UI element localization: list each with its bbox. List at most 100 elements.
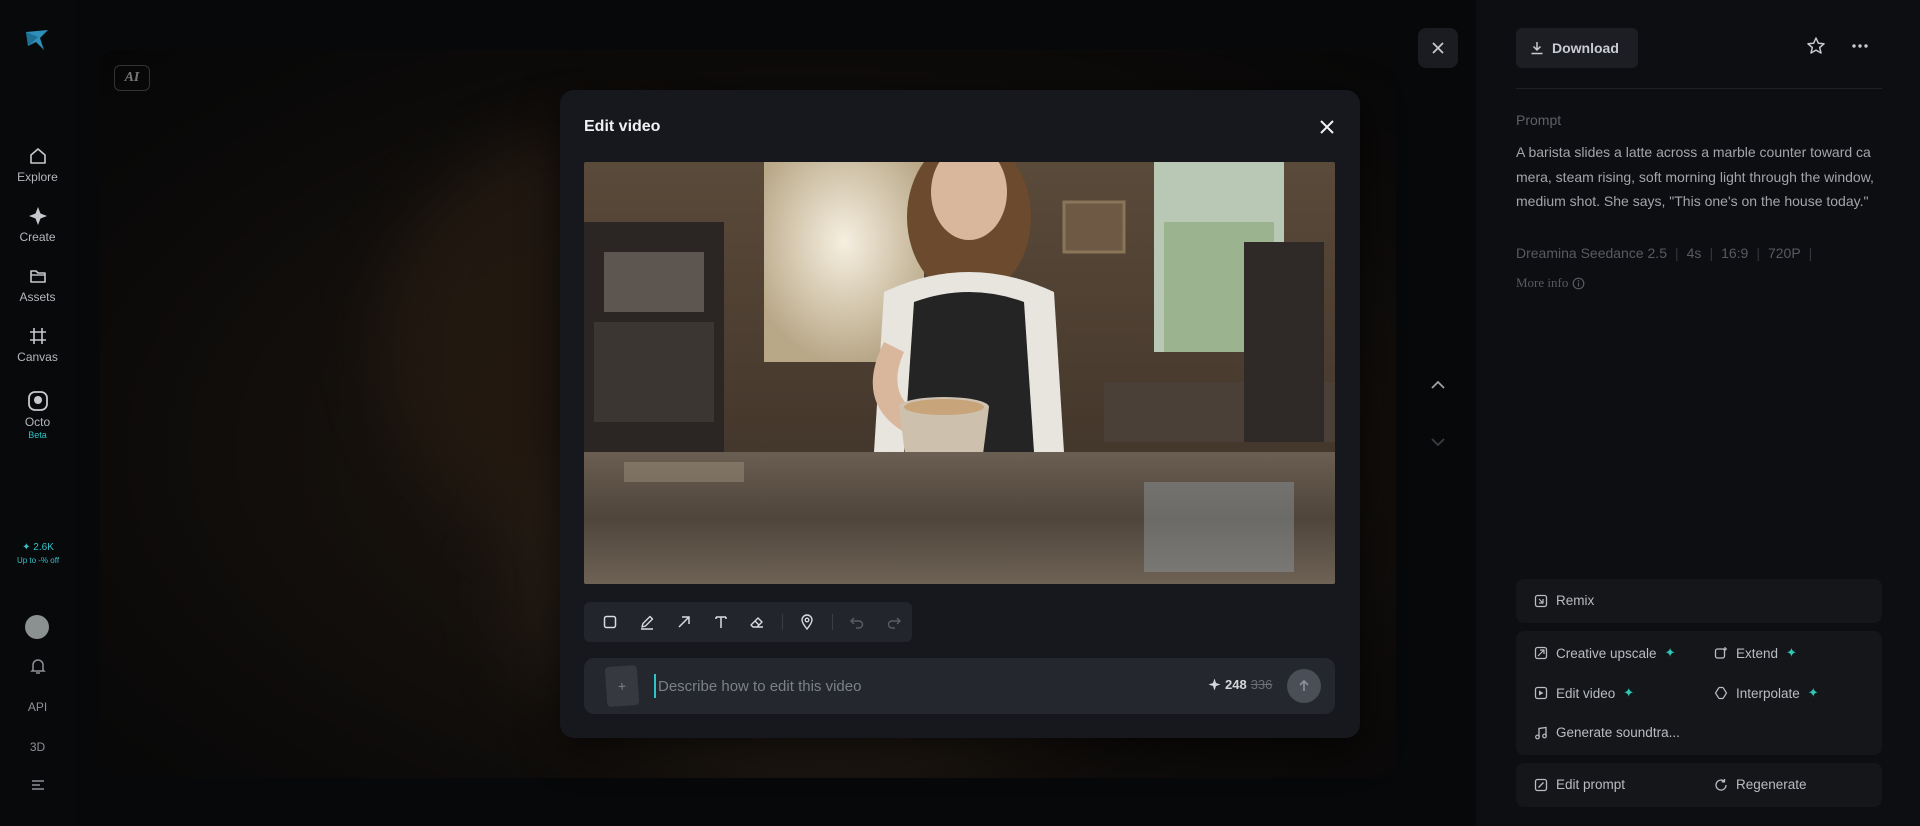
extend-label: Extend [1736,645,1779,661]
edit-video-modal: Edit video + Describe how to edit this v… [560,90,1360,738]
video-still-image [584,162,1335,584]
3d-link[interactable]: 3D [0,740,75,754]
extend-button[interactable]: Extend ✦ [1714,645,1797,661]
undo-button[interactable] [839,602,876,642]
eraser-icon [750,617,764,628]
next-arrow-icon[interactable] [1426,430,1450,454]
tools-card: Creative upscale ✦ Extend ✦ Edit video ✦… [1516,631,1882,755]
generation-meta: Dreamina Seedance 2.5 | 4s | 16:9 | 720P | [1516,245,1813,261]
star-icon[interactable] [1806,36,1826,56]
ai-badge: AI [114,65,150,91]
rectangle-icon [604,615,617,629]
remix-card: Remix [1516,579,1882,623]
credits-widget[interactable]: ✦ 2.6K Up to -% off [14,542,62,566]
location-pin-tool[interactable] [789,602,826,642]
duration: 4s [1686,245,1702,261]
sparkle-icon: ✦ [1786,645,1797,660]
creative-upscale-label: Creative upscale [1556,645,1657,661]
prompt-actions-card: Edit prompt Regenerate [1516,763,1882,807]
divider [831,614,833,630]
nav-item-explore[interactable]: Explore [0,145,75,184]
redo-icon [887,617,901,629]
location-pin-icon [801,614,813,630]
info-icon [1572,277,1585,289]
divider [781,614,783,630]
sparkle-icon [27,205,49,227]
menu-icon[interactable] [0,778,75,795]
edit-video-icon [1534,686,1548,700]
prompt-label: Prompt [1516,112,1562,128]
extend-icon [1714,647,1727,659]
canvas-icon [27,325,49,347]
redo-button[interactable] [875,602,912,642]
regenerate-label: Regenerate [1736,777,1807,792]
nav-item-label: Explore [17,170,58,184]
remix-button[interactable]: Remix [1534,593,1594,608]
credits-count: 2.6K [33,542,54,553]
arrow-icon [678,616,690,628]
more-options-icon[interactable] [1850,36,1870,56]
credits-offer: Up to -% off [16,556,60,565]
edit-description-input[interactable] [654,674,1154,698]
arrow-tool[interactable] [666,602,703,642]
beta-badge: Beta [28,430,47,440]
close-viewer-button[interactable] [1418,28,1458,68]
aspect-ratio: 16:9 [1721,245,1749,261]
generate-soundtrack-button[interactable]: Generate soundtra... [1534,725,1680,740]
regenerate-button[interactable]: Regenerate [1714,777,1807,792]
text-tool[interactable] [702,602,739,642]
rectangle-tool[interactable] [592,602,629,642]
add-reference-button[interactable]: + [604,664,640,708]
sparkle-icon: ✦ [22,542,34,553]
bell-icon[interactable] [0,657,75,678]
nav-item-canvas[interactable]: Canvas [0,325,75,364]
interpolate-icon [1714,686,1728,700]
edit-prompt-button[interactable]: Edit prompt [1534,777,1625,792]
interpolate-label: Interpolate [1736,685,1800,701]
edit-prompt-label: Edit prompt [1556,777,1626,792]
api-link[interactable]: API [0,700,75,714]
cost-current: 248 [1225,677,1247,692]
edit-video-label: Edit video [1556,685,1616,701]
eraser-tool[interactable] [739,602,776,642]
nav-item-assets[interactable]: Assets [0,265,75,304]
previous-arrow-icon[interactable] [1426,373,1450,397]
more-info-label: More info [1516,275,1569,290]
generate-soundtrack-label: Generate soundtra... [1556,725,1680,740]
nav-item-create[interactable]: Create [0,205,75,244]
more-info-link[interactable]: More info [1516,275,1585,291]
upscale-icon [1534,646,1548,660]
arrow-up-icon [1299,679,1309,691]
sparkle-icon [1208,678,1221,691]
left-nav: Explore Create Assets Canvas Octo Beta ✦… [0,0,75,826]
edit-video-button[interactable]: Edit video ✦ [1534,685,1634,701]
sparkle-icon: ✦ [1664,645,1676,660]
prompt-text: A barista slides a latte across a marble… [1516,144,1874,209]
submit-button[interactable] [1287,669,1321,703]
model-name: Dreamina Seedance 2.5 [1516,245,1667,261]
text-icon [714,616,727,628]
music-note-icon [1535,726,1547,739]
avatar[interactable] [25,615,49,639]
details-panel: Download Prompt A barista slides a latte… [1476,0,1920,826]
sparkle-icon: ✦ [1807,685,1819,700]
plus-icon: + [617,677,627,695]
remix-label: Remix [1556,593,1595,608]
home-icon [27,145,49,167]
video-frame [584,162,1335,584]
nav-item-octo[interactable]: Octo Beta [0,390,75,440]
remix-icon [1534,594,1548,607]
credit-cost: 248 336 [1208,677,1272,692]
logo-icon[interactable] [24,28,50,52]
divider [1516,88,1882,89]
resolution: 720P [1767,245,1801,261]
nav-item-label: Create [19,230,56,244]
creative-upscale-button[interactable]: Creative upscale ✦ [1534,645,1675,661]
sparkle-icon: ✦ [1623,685,1635,700]
octo-icon [27,390,49,412]
close-icon[interactable] [1316,116,1338,138]
modal-title: Edit video [584,118,661,135]
interpolate-button[interactable]: Interpolate ✦ [1714,685,1819,701]
pen-tool[interactable] [629,602,666,642]
download-button[interactable]: Download [1516,28,1638,68]
